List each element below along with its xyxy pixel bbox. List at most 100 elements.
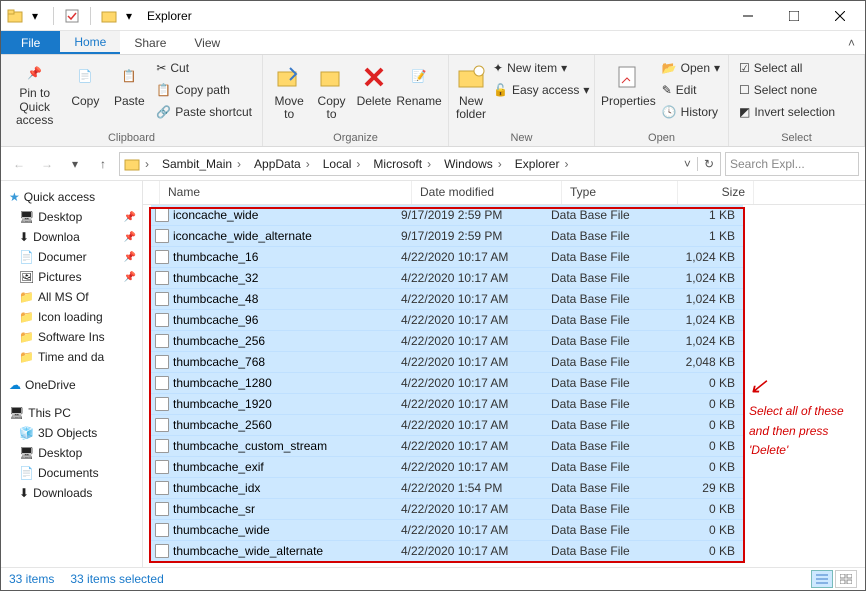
file-size: 29 KB	[667, 481, 743, 495]
copy-to-button[interactable]: Copy to	[311, 57, 351, 127]
breadcrumb-dropdown-icon[interactable]: ˅	[678, 157, 697, 171]
sidebar-item[interactable]: 🧊3D Objects	[3, 423, 140, 443]
breadcrumb[interactable]: › Sambit_Main› AppData› Local› Microsoft…	[119, 152, 721, 176]
file-row[interactable]: thumbcache_exif4/22/2020 10:17 AMData Ba…	[151, 457, 743, 478]
tab-share[interactable]: Share	[120, 31, 180, 54]
crumb[interactable]: Explorer›	[511, 157, 578, 171]
cut-button[interactable]: ✂Cut	[152, 57, 256, 79]
column-type[interactable]: Type	[562, 181, 678, 204]
maximize-button[interactable]	[771, 1, 817, 31]
sidebar-item[interactable]: 🖥Desktop📌	[3, 207, 140, 227]
large-icons-view-button[interactable]	[835, 570, 857, 588]
sidebar-item[interactable]: ⬇Downloads	[3, 483, 140, 503]
file-type: Data Base File	[551, 418, 667, 432]
recent-locations-button[interactable]: ▾	[63, 152, 87, 176]
file-icon	[155, 292, 169, 306]
file-size: 1,024 KB	[667, 334, 743, 348]
invert-selection-button[interactable]: ◩Invert selection	[735, 101, 839, 123]
file-row[interactable]: thumbcache_custom_stream4/22/2020 10:17 …	[151, 436, 743, 457]
sidebar-item[interactable]: 📄Documer📌	[3, 247, 140, 267]
select-none-button[interactable]: ☐Select none	[735, 79, 839, 101]
new-item-button[interactable]: ✦New item▾	[489, 57, 593, 79]
file-name: thumbcache_wide	[173, 523, 270, 537]
easy-access-button[interactable]: 🔓Easy access▾	[489, 79, 593, 101]
file-row[interactable]: thumbcache_12804/22/2020 10:17 AMData Ba…	[151, 373, 743, 394]
sidebar-onedrive[interactable]: ☁OneDrive	[3, 375, 140, 395]
file-date: 4/22/2020 10:17 AM	[401, 502, 551, 516]
tab-view[interactable]: View	[180, 31, 234, 54]
sidebar-this-pc[interactable]: 🖥This PC	[3, 403, 140, 423]
pin-to-quick-access-button[interactable]: 📌Pin to Quick access	[7, 57, 62, 127]
file-type: Data Base File	[551, 208, 667, 222]
paste-shortcut-button[interactable]: 🔗Paste shortcut	[152, 101, 256, 123]
file-row[interactable]: thumbcache_idx4/22/2020 1:54 PMData Base…	[151, 478, 743, 499]
properties-button[interactable]: Properties	[601, 57, 656, 127]
sidebar-item[interactable]: 📁All MS Of	[3, 287, 140, 307]
file-row[interactable]: thumbcache_wide_alternate4/22/2020 10:17…	[151, 541, 743, 562]
refresh-button[interactable]: ↻	[697, 157, 720, 171]
close-button[interactable]	[817, 1, 863, 31]
file-row[interactable]: thumbcache_wide4/22/2020 10:17 AMData Ba…	[151, 520, 743, 541]
sidebar-item[interactable]: 📁Icon loading	[3, 307, 140, 327]
sidebar-item[interactable]: 📁Time and da	[3, 347, 140, 367]
crumb[interactable]: AppData›	[250, 157, 319, 171]
tab-home[interactable]: Home	[60, 31, 120, 54]
file-row[interactable]: thumbcache_7684/22/2020 10:17 AMData Bas…	[151, 352, 743, 373]
copy-path-button[interactable]: 📋Copy path	[152, 79, 256, 101]
up-button[interactable]: ↑	[91, 152, 115, 176]
ribbon-collapse-icon[interactable]: ˄	[838, 31, 865, 54]
column-name[interactable]: Name	[160, 181, 412, 204]
file-row[interactable]: iconcache_wide_alternate9/17/2019 2:59 P…	[151, 226, 743, 247]
new-folder-button[interactable]: New folder	[455, 57, 487, 127]
qat-dropdown-icon[interactable]: ▾	[121, 8, 137, 24]
minimize-button[interactable]	[725, 1, 771, 31]
sidebar-item[interactable]: 🖼Pictures📌	[3, 267, 140, 287]
sidebar-item[interactable]: 📁Software Ins	[3, 327, 140, 347]
file-type: Data Base File	[551, 313, 667, 327]
rename-button[interactable]: 📝Rename	[396, 57, 442, 127]
column-date[interactable]: Date modified	[412, 181, 562, 204]
crumb[interactable]: Windows›	[440, 157, 511, 171]
paste-button[interactable]: 📋Paste	[108, 57, 150, 127]
edit-button[interactable]: ✎Edit	[658, 79, 724, 101]
sidebar-item[interactable]: 📄Documents	[3, 463, 140, 483]
select-all-button[interactable]: ☑Select all	[735, 57, 839, 79]
file-row[interactable]: iconcache_wide9/17/2019 2:59 PMData Base…	[151, 205, 743, 226]
file-name: thumbcache_256	[173, 334, 265, 348]
qat-dropdown-icon[interactable]: ▾	[27, 8, 43, 24]
file-row[interactable]: thumbcache_164/22/2020 10:17 AMData Base…	[151, 247, 743, 268]
sidebar-item[interactable]: 🖥Desktop	[3, 443, 140, 463]
file-size: 0 KB	[667, 460, 743, 474]
move-to-button[interactable]: Move to	[269, 57, 309, 127]
file-row[interactable]: thumbcache_484/22/2020 10:17 AMData Base…	[151, 289, 743, 310]
open-button[interactable]: 📂Open▾	[658, 57, 724, 79]
file-icon	[155, 229, 169, 243]
copy-button[interactable]: 📄Copy	[64, 57, 106, 127]
group-label: New	[455, 131, 588, 146]
properties-check-icon[interactable]	[64, 8, 80, 24]
file-row[interactable]: thumbcache_sr4/22/2020 10:17 AMData Base…	[151, 499, 743, 520]
column-size[interactable]: Size	[678, 181, 754, 204]
delete-button[interactable]: Delete	[354, 57, 394, 127]
sidebar-quick-access[interactable]: ★Quick access	[3, 187, 140, 207]
file-size: 2,048 KB	[667, 355, 743, 369]
file-row[interactable]: thumbcache_19204/22/2020 10:17 AMData Ba…	[151, 394, 743, 415]
file-row[interactable]: thumbcache_324/22/2020 10:17 AMData Base…	[151, 268, 743, 289]
crumb[interactable]: Microsoft›	[369, 157, 440, 171]
sidebar-item[interactable]: ⬇Downloa📌	[3, 227, 140, 247]
search-input[interactable]: Search Expl...	[725, 152, 859, 176]
easy-access-icon: 🔓	[493, 83, 508, 97]
file-row[interactable]: thumbcache_25604/22/2020 10:17 AMData Ba…	[151, 415, 743, 436]
crumb[interactable]: Local›	[319, 157, 370, 171]
history-button[interactable]: 🕓History	[658, 101, 724, 123]
file-row[interactable]: thumbcache_964/22/2020 10:17 AMData Base…	[151, 310, 743, 331]
forward-button[interactable]: →	[35, 152, 59, 176]
properties-icon	[612, 61, 644, 93]
details-view-button[interactable]	[811, 570, 833, 588]
file-menu[interactable]: File	[1, 31, 60, 54]
folder-icon: 📁	[19, 290, 34, 304]
back-button[interactable]: ←	[7, 152, 31, 176]
file-date: 9/17/2019 2:59 PM	[401, 208, 551, 222]
crumb[interactable]: Sambit_Main›	[158, 157, 250, 171]
file-row[interactable]: thumbcache_2564/22/2020 10:17 AMData Bas…	[151, 331, 743, 352]
